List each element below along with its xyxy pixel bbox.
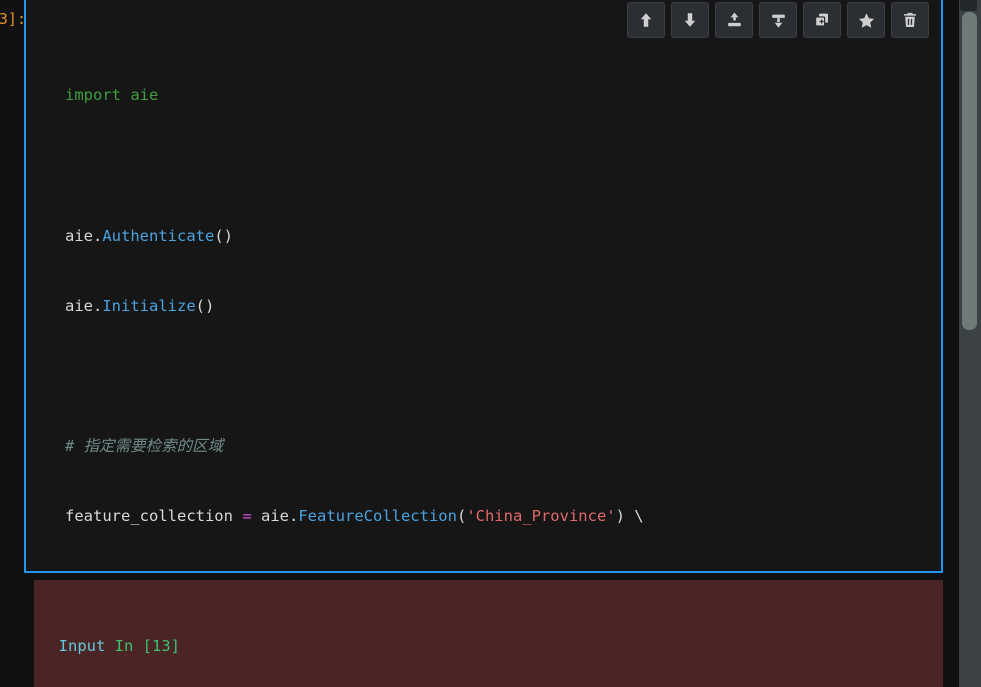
code-line-7: feature_collection = aie.FeatureCollecti… [65,507,644,526]
insert-cell-above-button[interactable] [715,2,753,38]
code-cell[interactable]: import aie aie.Authenticate() aie.Initia… [24,0,943,573]
notebook-left-margin [0,0,24,687]
move-cell-down-button[interactable] [671,2,709,38]
notebook-right-gap [943,0,959,687]
code-comment: # 指定需要检索的区域 [65,437,224,456]
arrow-up-icon [637,11,655,29]
delete-cell-button[interactable] [891,2,929,38]
star-icon [857,11,876,30]
execution-count-prompt: 3]: [0,10,26,28]
favorite-cell-button[interactable] [847,2,885,38]
traceback-lines: Input In [13] return result_image1 = ni.… [34,588,943,687]
code-line-1: import aie [65,84,941,107]
code-line-3: aie.Authenticate() [65,226,233,245]
cell-toolbar [627,2,929,38]
token-keyword-import: import aie [65,86,159,105]
trash-icon [901,11,919,29]
scrollbar-corner [960,0,977,11]
notebook-cell-view: 3]: import aie aie.Authenticate() aie.In… [0,0,981,687]
arrow-down-icon [681,11,699,29]
insert-cell-below-button[interactable] [759,2,797,38]
traceback-location-line: Input In [13] [58,636,180,655]
duplicate-icon [813,11,831,29]
duplicate-cell-button[interactable] [803,2,841,38]
insert-below-icon [769,11,788,30]
insert-above-icon [725,11,744,30]
vertical-scrollbar-track[interactable] [959,0,981,687]
cell-error-output: Input In [13] return result_image1 = ni.… [34,580,943,687]
code-editor-area[interactable]: import aie aie.Authenticate() aie.Initia… [26,0,941,571]
vertical-scrollbar-thumb[interactable] [962,12,977,330]
code-line-6: # 指定需要检索的区域 [65,435,941,458]
code-lines: import aie aie.Authenticate() aie.Initia… [26,14,941,571]
code-line-4: aie.Initialize() [65,296,215,315]
move-cell-up-button[interactable] [627,2,665,38]
